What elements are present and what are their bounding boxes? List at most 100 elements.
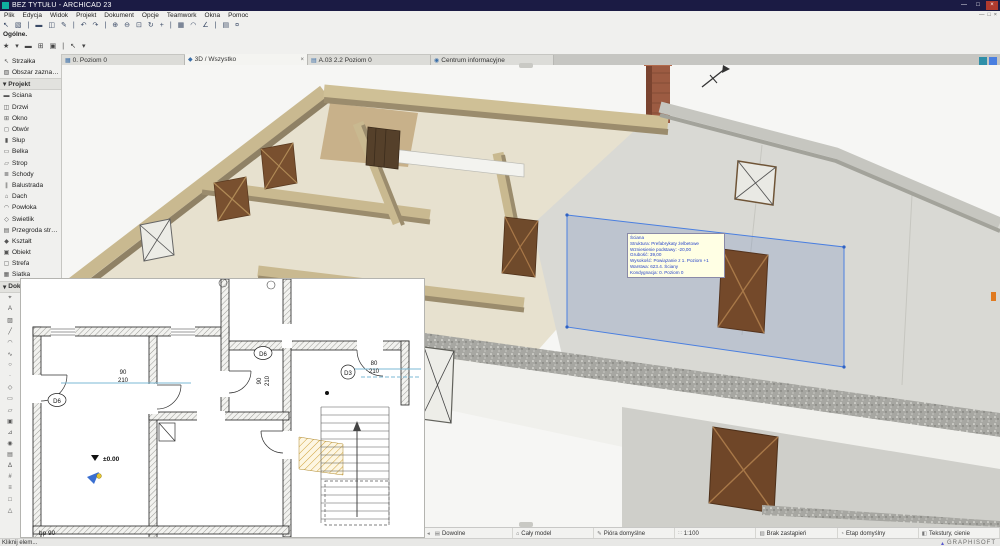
toolbox-document-tool[interactable]: □ bbox=[0, 494, 20, 505]
door-opening-dark[interactable] bbox=[365, 126, 401, 170]
plan-shaft[interactable] bbox=[158, 422, 176, 442]
toolbox-tool[interactable]: ◇ Świetlik bbox=[0, 213, 61, 224]
toolbar-icon[interactable]: + bbox=[157, 22, 167, 29]
menu-item[interactable]: Widok bbox=[46, 12, 72, 19]
tab-worksheet[interactable]: ▤ A.03 2.2 Poziom 0 bbox=[308, 55, 431, 65]
menu-item[interactable]: Opcje bbox=[138, 12, 163, 19]
toolbox-section-projekt[interactable]: ▾ Projekt bbox=[0, 78, 61, 91]
toolbox-select-tool[interactable]: ▧ Obszar zaznaczenia bbox=[0, 67, 61, 78]
toolbar-icon[interactable]: ↷ bbox=[90, 21, 102, 29]
toolbox-document-tool[interactable]: ◉ bbox=[0, 438, 20, 449]
infobox-control-icon[interactable]: ⊞ bbox=[35, 42, 47, 50]
plan-walls[interactable] bbox=[32, 279, 410, 537]
menu-item[interactable]: Okna bbox=[201, 12, 225, 19]
close-button[interactable]: × bbox=[986, 1, 998, 10]
toolbox-tool[interactable]: ▱ Strop bbox=[0, 158, 61, 169]
tab-3d[interactable]: ◆ 3D / Wszystko × bbox=[185, 54, 308, 65]
toolbox-tool[interactable]: ⌂ Dach bbox=[0, 191, 61, 202]
toolbox-tool[interactable]: ▮ Słup bbox=[0, 135, 61, 146]
door-bottom-right[interactable] bbox=[708, 426, 779, 514]
infobox-control-icon[interactable]: ↖ bbox=[67, 42, 79, 50]
toolbox-document-tool[interactable]: △ bbox=[0, 505, 20, 516]
toolbox-tool[interactable]: ≣ Schody bbox=[0, 169, 61, 180]
menu-item[interactable]: Dokument bbox=[100, 12, 138, 19]
toolbox-document-tool[interactable]: Δ bbox=[0, 460, 20, 471]
toolbox-document-tool[interactable]: # bbox=[0, 472, 20, 483]
toolbox-document-tool[interactable]: ⌖ bbox=[0, 293, 20, 304]
plan-stairs[interactable] bbox=[298, 406, 390, 526]
infobox-control-icon[interactable]: ▾ bbox=[79, 42, 89, 50]
toolbox-document-tool[interactable]: ◠ bbox=[0, 337, 20, 348]
selection-handle[interactable] bbox=[842, 245, 846, 249]
toolbar-icon[interactable]: ¤ bbox=[232, 22, 242, 29]
menu-item[interactable]: Projekt bbox=[72, 12, 100, 19]
tab-info-center[interactable]: ◉ Centrum informacyjne bbox=[431, 55, 554, 65]
toolbox-tool[interactable]: ∥ Balustrada bbox=[0, 180, 61, 191]
menu-item[interactable]: Plik bbox=[0, 12, 18, 19]
window[interactable] bbox=[139, 218, 175, 262]
toolbar-icon[interactable]: ⊡ bbox=[133, 21, 145, 29]
toolbar-icon[interactable]: ▬ bbox=[32, 22, 45, 29]
toolbox-document-tool[interactable]: ▣ bbox=[0, 416, 20, 427]
quickbar-collapse-icon[interactable]: ◂ bbox=[425, 531, 432, 537]
toolbox-document-tool[interactable]: ▤ bbox=[0, 449, 20, 460]
tab-close-icon[interactable]: × bbox=[300, 57, 304, 63]
selection-handle[interactable] bbox=[565, 213, 569, 217]
selection-handle[interactable] bbox=[842, 365, 846, 369]
toolbox-tool[interactable]: ◆ Kształt bbox=[0, 236, 61, 247]
navigator-icon[interactable] bbox=[979, 57, 987, 65]
toolbox-tool[interactable]: ◠ Powłoka bbox=[0, 202, 61, 213]
toolbar-icon[interactable]: ⊖ bbox=[121, 21, 133, 29]
toolbox-document-tool[interactable]: ╱ bbox=[0, 326, 20, 337]
toolbar-icon[interactable]: | bbox=[70, 22, 78, 29]
splitter-handle-top[interactable] bbox=[519, 63, 533, 68]
grid-bubble[interactable] bbox=[266, 280, 276, 290]
toolbar-icon[interactable]: ▦ bbox=[175, 21, 188, 29]
toolbar-icon[interactable]: ◠ bbox=[187, 21, 199, 29]
toolbox-document-tool[interactable]: ◇ bbox=[0, 382, 20, 393]
tab-plan[interactable]: ▦ 0. Poziom 0 bbox=[62, 55, 185, 65]
toolbar-icon[interactable]: | bbox=[101, 22, 109, 29]
toolbox-tool[interactable]: ⊞ Okno bbox=[0, 113, 61, 124]
toolbar-icon[interactable]: ⊕ bbox=[109, 21, 121, 29]
toolbox-tool[interactable]: ◻ Otwór bbox=[0, 124, 61, 135]
floor-plan-drawing[interactable]: D6 D6 D3 90 210 90 210 80 210 ±0.00 hp 9… bbox=[21, 279, 424, 537]
toolbox-tool[interactable]: ▢ Strefa bbox=[0, 258, 61, 269]
toolbox-tool[interactable]: ▣ Obiekt bbox=[0, 247, 61, 258]
organizer-icon[interactable] bbox=[989, 57, 997, 65]
toolbox-document-tool[interactable]: ∿ bbox=[0, 349, 20, 360]
door[interactable] bbox=[501, 216, 539, 278]
toolbar-icon[interactable]: ▧ bbox=[12, 21, 25, 29]
toolbox-tool[interactable]: ▭ Belka bbox=[0, 146, 61, 157]
toolbox-document-tool[interactable]: ▨ bbox=[0, 315, 20, 326]
toolbox-document-tool[interactable]: · bbox=[0, 371, 20, 382]
infobox-control-icon[interactable]: ▬ bbox=[22, 43, 35, 50]
minimize-button[interactable]: — bbox=[958, 1, 970, 10]
infobox-control-icon[interactable]: ▾ bbox=[12, 42, 22, 50]
hp-label[interactable]: hp 90 bbox=[39, 530, 56, 537]
toolbox-select-tool[interactable]: ↖ Strzałka bbox=[0, 56, 61, 67]
toolbar-icon[interactable]: ✎ bbox=[58, 21, 70, 29]
infobox-control-icon[interactable]: | bbox=[59, 43, 67, 50]
toolbar-icon[interactable]: ↶ bbox=[78, 21, 90, 29]
infobox-control-icon[interactable]: ▣ bbox=[47, 42, 60, 50]
toolbar-icon[interactable]: | bbox=[25, 22, 33, 29]
menu-item[interactable]: Edycja bbox=[18, 12, 46, 19]
toolbar-icon[interactable]: ◫ bbox=[45, 21, 58, 29]
door[interactable] bbox=[260, 142, 298, 190]
trace-reference-marker[interactable] bbox=[991, 292, 996, 301]
toolbar-icon[interactable]: ↻ bbox=[145, 21, 157, 29]
plan-annotations[interactable]: D6 D6 D3 90 210 90 210 80 210 bbox=[47, 346, 380, 407]
toolbox-document-tool[interactable]: ≡ bbox=[0, 483, 20, 494]
toolbar-icon[interactable]: ▤ bbox=[220, 21, 233, 29]
level-label[interactable]: ±0.00 bbox=[103, 456, 120, 463]
toolbox-document-tool[interactable]: ○ bbox=[0, 360, 20, 371]
doc-minimize-icon[interactable]: — bbox=[979, 12, 985, 18]
door-large[interactable] bbox=[717, 248, 769, 334]
toolbar-icon[interactable]: | bbox=[167, 22, 175, 29]
menu-item[interactable]: Teamwork bbox=[163, 12, 201, 19]
menu-item[interactable]: Pomoc bbox=[224, 12, 252, 19]
window[interactable] bbox=[734, 160, 777, 206]
camera-position-marker[interactable] bbox=[87, 472, 102, 484]
doc-close-icon[interactable]: × bbox=[994, 12, 997, 18]
